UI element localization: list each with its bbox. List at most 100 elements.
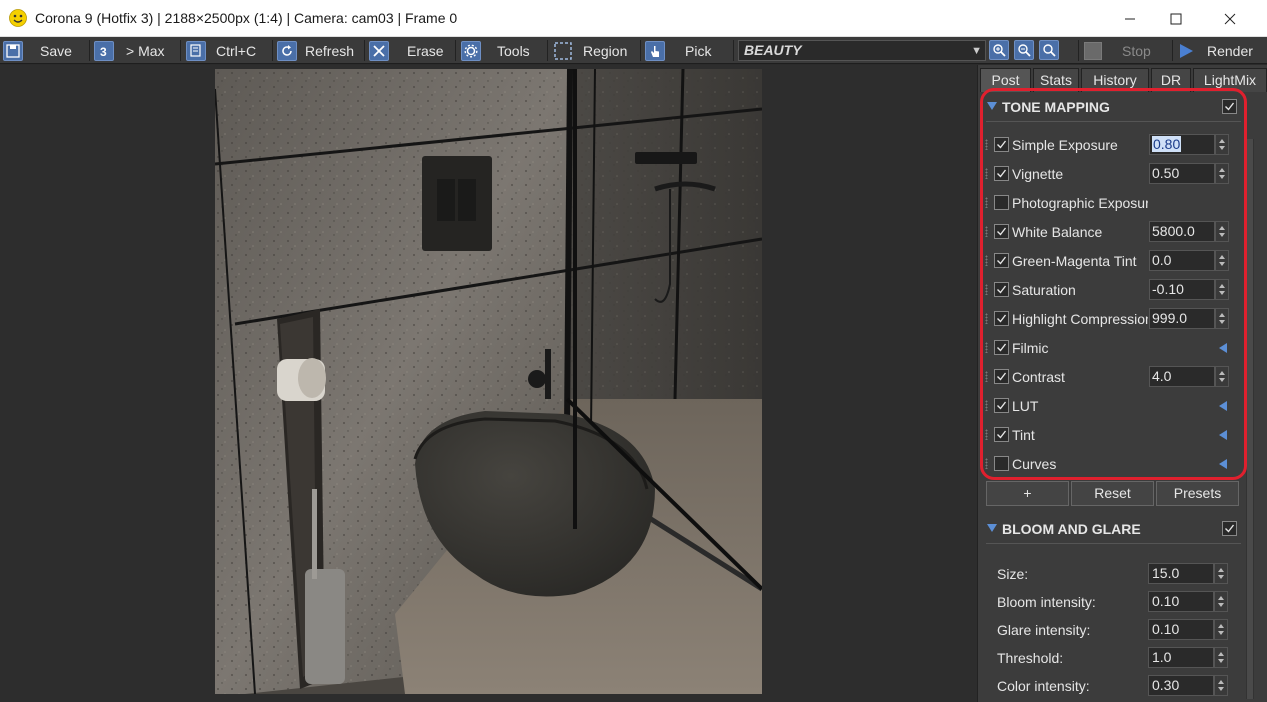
operator-value-field[interactable]: -0.10: [1149, 279, 1215, 300]
spinner-arrows-icon[interactable]: [1214, 647, 1228, 668]
tone-mapping-header[interactable]: TONE MAPPING: [986, 97, 1241, 119]
tab-history[interactable]: History: [1081, 68, 1149, 92]
region-button[interactable]: Region: [553, 39, 627, 62]
operator-checkbox[interactable]: [994, 398, 1009, 413]
refresh-icon: [277, 40, 297, 61]
render-button[interactable]: Render: [1177, 39, 1253, 62]
bloom-glare-row: Glare intensity: 0.10: [978, 618, 1246, 642]
drag-handle-icon[interactable]: [985, 458, 988, 469]
operator-value-field[interactable]: 5800.0: [1149, 221, 1215, 242]
minimize-button[interactable]: [1107, 0, 1153, 37]
operator-value-field[interactable]: 0.80: [1149, 134, 1215, 155]
drag-handle-icon[interactable]: [985, 429, 988, 440]
drag-handle-icon[interactable]: [985, 226, 988, 237]
bathroom-render: [215, 69, 762, 694]
expand-arrow-icon[interactable]: [1219, 343, 1227, 353]
tools-button[interactable]: Tools: [461, 39, 530, 62]
tone-mapping-row[interactable]: Saturation -0.10: [978, 277, 1246, 303]
operator-checkbox[interactable]: [994, 369, 1009, 384]
operator-checkbox[interactable]: [994, 427, 1009, 442]
pick-button[interactable]: Pick: [645, 39, 711, 62]
expand-arrow-icon[interactable]: [1219, 459, 1227, 469]
setting-value-field[interactable]: 0.30: [1148, 675, 1214, 696]
expand-arrow-icon[interactable]: [1219, 430, 1227, 440]
tone-mapping-row[interactable]: Photographic Exposure: [978, 190, 1246, 216]
operator-checkbox[interactable]: [994, 282, 1009, 297]
drag-handle-icon[interactable]: [985, 168, 988, 179]
close-button[interactable]: [1207, 0, 1253, 37]
tab-post[interactable]: Post: [980, 68, 1031, 92]
spinner-arrows-icon[interactable]: [1214, 563, 1228, 584]
render-pass-select[interactable]: BEAUTY ▼: [738, 40, 986, 61]
operator-checkbox[interactable]: [994, 224, 1009, 239]
tab-dr[interactable]: DR: [1151, 68, 1191, 92]
bloom-glare-header[interactable]: BLOOM AND GLARE: [986, 519, 1241, 541]
expand-arrow-icon[interactable]: [1219, 401, 1227, 411]
spinner-arrows-icon[interactable]: [1215, 279, 1229, 300]
spinner-arrows-icon[interactable]: [1215, 366, 1229, 387]
spinner-arrows-icon[interactable]: [1215, 221, 1229, 242]
operator-value-field[interactable]: 999.0: [1149, 308, 1215, 329]
operator-checkbox[interactable]: [994, 456, 1009, 471]
zoom-out-button[interactable]: [1014, 40, 1034, 60]
tone-mapping-row[interactable]: White Balance 5800.0: [978, 219, 1246, 245]
spinner-arrows-icon[interactable]: [1215, 250, 1229, 271]
send-to-max-button[interactable]: 3 > Max: [94, 39, 165, 62]
spinner-arrows-icon[interactable]: [1214, 591, 1228, 612]
tone-mapping-row[interactable]: Simple Exposure 0.80: [978, 132, 1246, 158]
setting-value-field[interactable]: 0.10: [1148, 619, 1214, 640]
copy-button[interactable]: Ctrl+C: [186, 39, 256, 62]
spinner-arrows-icon[interactable]: [1215, 134, 1229, 155]
tone-mapping-row[interactable]: LUT: [978, 393, 1246, 419]
operator-checkbox[interactable]: [994, 195, 1009, 210]
maximize-button[interactable]: [1153, 0, 1199, 37]
operator-checkbox[interactable]: [994, 253, 1009, 268]
render-viewport[interactable]: [0, 65, 977, 702]
tone-mapping-row[interactable]: Green-Magenta Tint 0.0: [978, 248, 1246, 274]
setting-value-field[interactable]: 15.0: [1148, 563, 1214, 584]
drag-handle-icon[interactable]: [985, 342, 988, 353]
tone-mapping-enable-checkbox[interactable]: [1222, 99, 1237, 114]
tab-lightmix[interactable]: LightMix: [1193, 68, 1267, 92]
zoom-fit-button[interactable]: [1039, 40, 1059, 60]
tone-mapping-row[interactable]: Filmic: [978, 335, 1246, 361]
tone-mapping-row[interactable]: Vignette 0.50: [978, 161, 1246, 187]
smiley-icon: [9, 9, 27, 27]
tone-mapping-row[interactable]: Curves: [978, 451, 1246, 477]
stop-button[interactable]: Stop: [1084, 39, 1151, 62]
tone-mapping-row[interactable]: Highlight Compression 999.0: [978, 306, 1246, 332]
drag-handle-icon[interactable]: [985, 255, 988, 266]
tab-stats[interactable]: Stats: [1033, 68, 1079, 92]
panel-scrollbar[interactable]: [1246, 139, 1254, 699]
setting-value-field[interactable]: 1.0: [1148, 647, 1214, 668]
bloom-glare-enable-checkbox[interactable]: [1222, 521, 1237, 536]
reset-button[interactable]: Reset: [1071, 481, 1154, 506]
spinner-arrows-icon[interactable]: [1215, 308, 1229, 329]
operator-value-field[interactable]: 0.0: [1149, 250, 1215, 271]
spinner-arrows-icon[interactable]: [1214, 619, 1228, 640]
add-operator-button[interactable]: +: [986, 481, 1069, 506]
operator-checkbox[interactable]: [994, 340, 1009, 355]
presets-button[interactable]: Presets: [1156, 481, 1239, 506]
operator-value-field[interactable]: 0.50: [1149, 163, 1215, 184]
drag-handle-icon[interactable]: [985, 371, 988, 382]
tone-mapping-row[interactable]: Tint: [978, 422, 1246, 448]
erase-button[interactable]: Erase: [369, 39, 444, 62]
operator-value-field[interactable]: 4.0: [1149, 366, 1215, 387]
operator-checkbox[interactable]: [994, 166, 1009, 181]
drag-handle-icon[interactable]: [985, 197, 988, 208]
zoom-in-button[interactable]: [989, 40, 1009, 60]
tone-mapping-row[interactable]: Contrast 4.0: [978, 364, 1246, 390]
spinner-arrows-icon[interactable]: [1214, 675, 1228, 696]
spinner-arrows-icon[interactable]: [1215, 163, 1229, 184]
drag-handle-icon[interactable]: [985, 284, 988, 295]
save-button[interactable]: Save: [3, 39, 72, 62]
drag-handle-icon[interactable]: [985, 400, 988, 411]
setting-value-field[interactable]: 0.10: [1148, 591, 1214, 612]
drag-handle-icon[interactable]: [985, 139, 988, 150]
operator-checkbox[interactable]: [994, 137, 1009, 152]
copy-label: Ctrl+C: [216, 42, 257, 59]
operator-checkbox[interactable]: [994, 311, 1009, 326]
drag-handle-icon[interactable]: [985, 313, 988, 324]
refresh-button[interactable]: Refresh: [277, 39, 354, 62]
